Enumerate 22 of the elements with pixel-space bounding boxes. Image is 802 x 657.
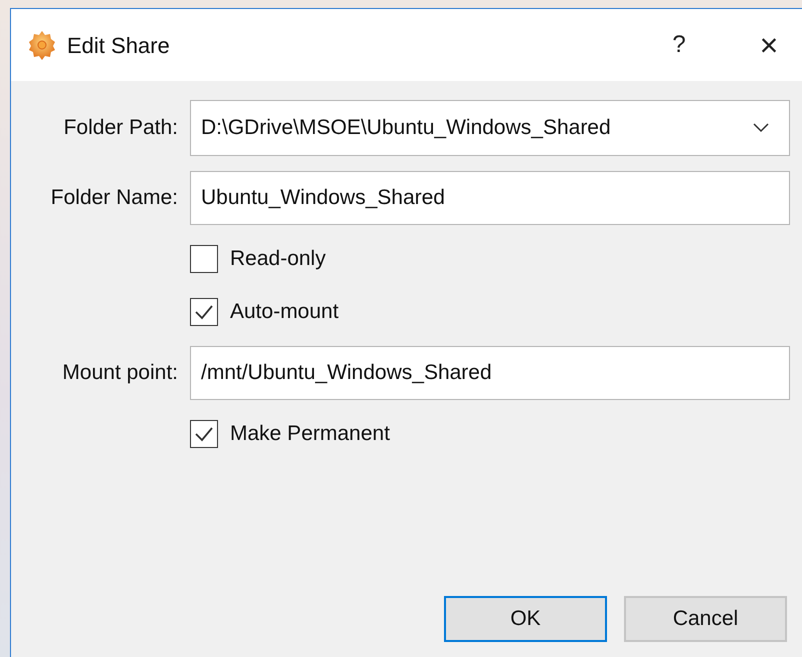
window-title: Edit Share — [67, 32, 170, 60]
checkbox-label: Make Permanent — [230, 421, 390, 448]
dialog-button[interactable]: OK — [444, 596, 607, 642]
checkbox-label: Auto-mount — [230, 299, 339, 326]
text-field[interactable]: Ubuntu_Windows_Shared — [190, 171, 790, 225]
gear-icon — [27, 30, 57, 60]
help-button[interactable]: ? — [659, 33, 699, 57]
checkmark-icon — [194, 426, 214, 442]
checkbox[interactable] — [190, 245, 218, 273]
field-label: Folder Name: — [50, 185, 178, 212]
checkbox[interactable] — [190, 420, 218, 448]
chevron-down-icon — [753, 123, 769, 133]
field-label: Mount point: — [61, 360, 178, 386]
checkbox-label: Read-only — [230, 246, 326, 272]
field-label: Folder Path: — [62, 115, 178, 142]
text-field[interactable]: /mnt/Ubuntu_Windows_Shared — [190, 346, 790, 400]
dropdown-value: D:\GDrive\MSOE\Ubuntu_Windows_Shared — [201, 115, 611, 142]
close-button[interactable]: × — [746, 29, 792, 61]
checkbox[interactable] — [190, 298, 218, 326]
dialog-button[interactable]: Cancel — [624, 596, 787, 642]
path-dropdown[interactable]: D:\GDrive\MSOE\Ubuntu_Windows_Shared — [190, 100, 790, 156]
checkmark-icon — [194, 304, 214, 320]
